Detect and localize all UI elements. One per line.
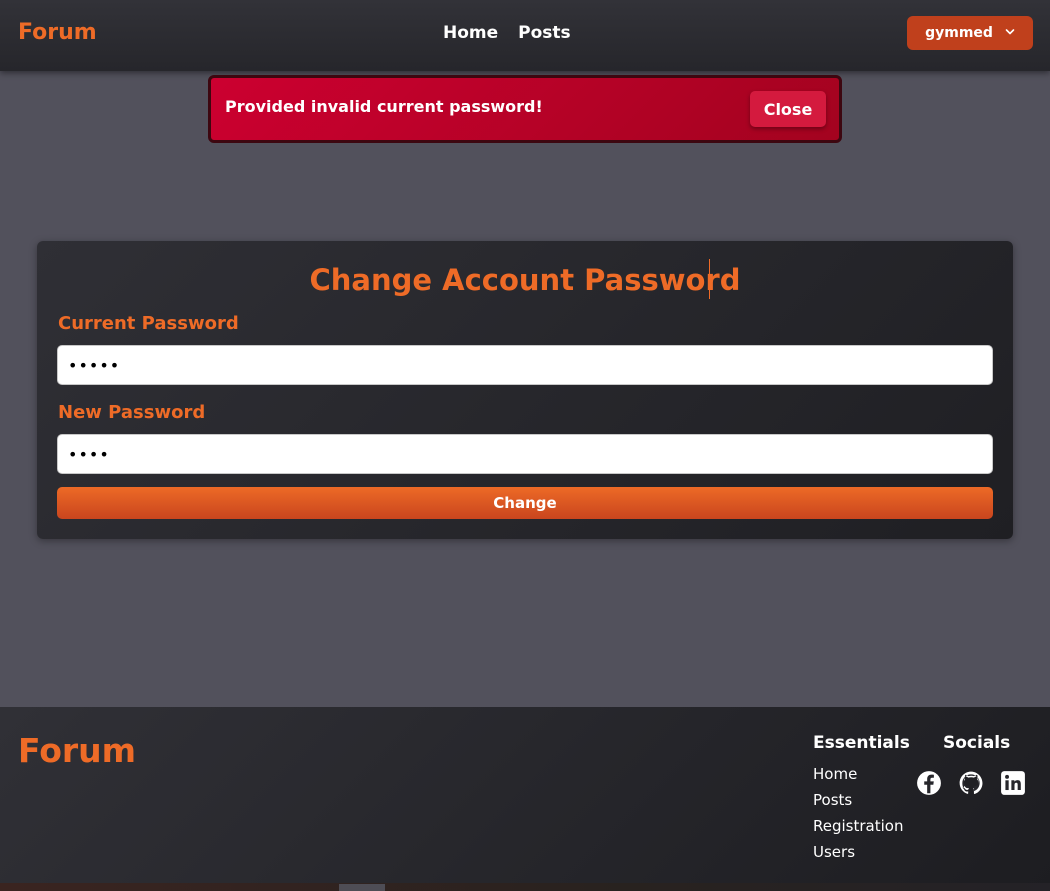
error-alert: Provided invalid current password! Close <box>208 75 842 143</box>
horizontal-scrollbar[interactable] <box>339 884 385 891</box>
brand-logo[interactable]: Forum <box>18 20 97 45</box>
socials-heading: Socials <box>943 733 1011 753</box>
essentials-links: Home Posts Registration Users <box>813 764 903 868</box>
current-password-input[interactable] <box>57 345 993 385</box>
alert-message: Provided invalid current password! <box>225 97 543 116</box>
footer-link-posts[interactable]: Posts <box>813 790 903 816</box>
bottom-bar <box>0 883 1050 891</box>
current-password-label: Current Password <box>58 313 239 334</box>
footer: Forum Essentials Home Posts Registration… <box>0 707 1050 891</box>
new-password-label: New Password <box>58 402 206 423</box>
user-menu-button[interactable]: gymmed <box>907 16 1033 50</box>
linkedin-icon[interactable] <box>1000 770 1026 796</box>
essentials-heading: Essentials <box>813 733 910 753</box>
facebook-icon[interactable] <box>916 770 942 796</box>
change-password-card: Change Account Password Current Password… <box>37 241 1013 539</box>
page-title: Change Account Password <box>309 263 741 297</box>
text-caret <box>709 259 710 299</box>
nav-link-posts[interactable]: Posts <box>518 23 571 43</box>
github-icon[interactable] <box>958 770 984 796</box>
footer-link-registration[interactable]: Registration <box>813 816 903 842</box>
nav-links: Home Posts <box>443 23 571 43</box>
alert-close-button[interactable]: Close <box>750 91 826 127</box>
change-button[interactable]: Change <box>57 487 993 519</box>
footer-link-home[interactable]: Home <box>813 764 903 790</box>
footer-link-users[interactable]: Users <box>813 842 903 868</box>
new-password-input[interactable] <box>57 434 993 474</box>
footer-brand[interactable]: Forum <box>18 731 136 770</box>
chevron-down-icon <box>1005 25 1015 41</box>
nav-link-home[interactable]: Home <box>443 23 498 43</box>
user-name: gymmed <box>925 25 993 41</box>
navbar: Forum Home Posts gymmed <box>0 0 1050 71</box>
